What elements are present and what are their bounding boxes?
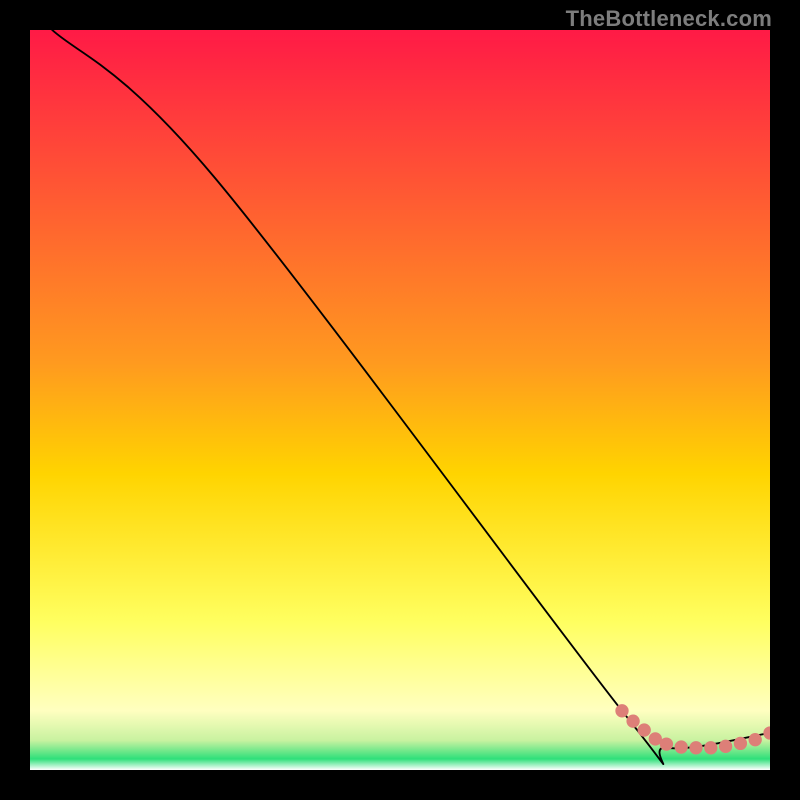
highlight-marker (675, 740, 688, 753)
chart-stage: TheBottleneck.com (0, 0, 800, 800)
highlight-marker (615, 704, 628, 717)
chart-svg (30, 30, 770, 770)
bottleneck-curve (52, 30, 770, 764)
highlight-marker (704, 741, 717, 754)
highlight-marker (689, 741, 702, 754)
highlight-marker (734, 737, 747, 750)
highlight-marker (660, 737, 673, 750)
highlight-marker (763, 726, 770, 739)
highlight-marker (638, 723, 651, 736)
highlight-marker (626, 715, 639, 728)
highlight-marker (749, 733, 762, 746)
highlight-marker (719, 740, 732, 753)
watermark-text: TheBottleneck.com (566, 6, 772, 32)
plot-area (30, 30, 770, 770)
highlight-markers (615, 704, 770, 754)
